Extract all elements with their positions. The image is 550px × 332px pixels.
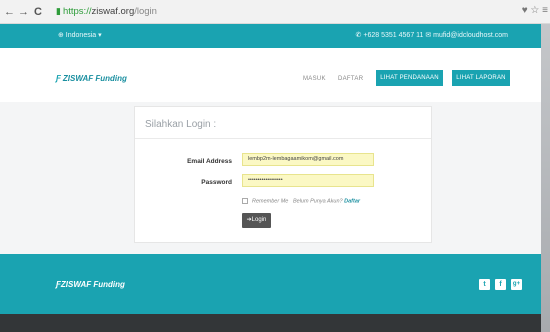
email-field[interactable]: lembp2m-lembagaamikom@gmail.com: [242, 153, 374, 166]
nav-masuk[interactable]: MASUK: [303, 76, 326, 82]
divider: [135, 138, 431, 139]
browser-address-bar: ← → C ▮ https://ziswaf.org/login ♥ ☆ ≡: [0, 0, 550, 24]
url-domain: ziswaf.org: [91, 6, 135, 17]
footer-logo: ƑZISWAF Funding: [56, 280, 125, 289]
site-footer: ƑZISWAF Funding t f g+: [0, 254, 541, 314]
site-logo[interactable]: Ƒ ZISWAF Funding: [56, 74, 127, 83]
bottom-bar: [0, 314, 541, 332]
email-label: Email Address: [187, 158, 232, 165]
no-account-text: Belum Punya Akun?: [292, 198, 343, 205]
lihat-laporan-button[interactable]: LIHAT LAPORAN: [452, 70, 510, 86]
forward-icon[interactable]: →: [18, 5, 29, 19]
url-scheme: https://: [62, 6, 92, 17]
login-title: Silahkan Login :: [145, 119, 217, 130]
back-icon[interactable]: ←: [4, 5, 15, 19]
site-header: Ƒ ZISWAF Funding MASUK DAFTAR LIHAT PENDA…: [0, 48, 541, 102]
contact-info: ✆ +628 5351 4567 11 ✉ mufid@idcloudhost.…: [355, 32, 508, 39]
url-field[interactable]: ▮ https://ziswaf.org/login: [56, 4, 256, 19]
remember-checkbox[interactable]: [242, 198, 248, 204]
twitter-icon[interactable]: t: [479, 279, 490, 290]
logo-mark-icon: Ƒ: [56, 74, 61, 83]
browser-menu-icons[interactable]: ♥ ☆ ≡: [522, 5, 548, 16]
nav-daftar[interactable]: DAFTAR: [338, 76, 363, 82]
lihat-pendanaan-button[interactable]: LIHAT PENDANAAN: [376, 70, 443, 86]
login-button[interactable]: ➔Login: [242, 213, 271, 228]
reload-icon[interactable]: C: [34, 5, 42, 19]
remember-label: Remember Me: [252, 198, 289, 205]
browser-window: ← → C ▮ https://ziswaf.org/login ♥ ☆ ≡ ⊕ …: [0, 0, 550, 332]
password-field[interactable]: ••••••••••••••••••: [242, 174, 374, 187]
password-label: Password: [201, 179, 232, 186]
logo-text: ZISWAF Funding: [62, 74, 127, 83]
url-path: /login: [134, 6, 157, 17]
footer-logo-text: ZISWAF Funding: [60, 280, 125, 289]
language-selector[interactable]: ⊕ Indonesia ▾: [58, 24, 102, 48]
top-info-bar: ⊕ Indonesia ▾ ✆ +628 5351 4567 11 ✉ mufi…: [0, 24, 541, 48]
facebook-icon[interactable]: f: [495, 279, 506, 290]
register-link[interactable]: Daftar: [344, 198, 360, 204]
remember-row: Remember Me Belum Punya Akun? Daftar: [242, 198, 360, 204]
main-content: Silahkan Login : Email Address lembp2m-l…: [0, 102, 541, 254]
google-plus-icon[interactable]: g+: [511, 279, 522, 290]
lock-icon: ▮: [56, 6, 61, 16]
login-card: Silahkan Login : Email Address lembp2m-l…: [134, 106, 432, 243]
